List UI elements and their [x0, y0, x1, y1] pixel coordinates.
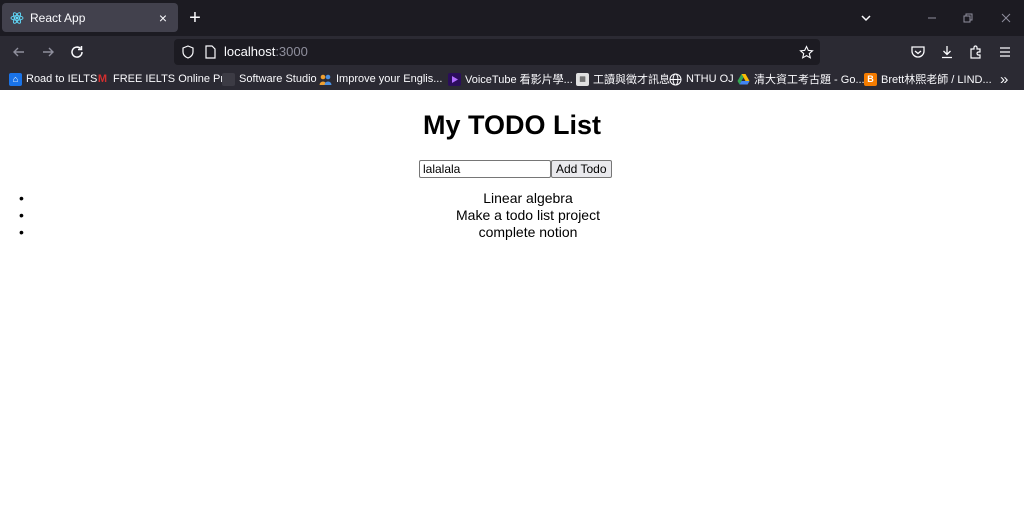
m-icon: M: [97, 73, 108, 85]
close-tab-icon[interactable]: ×: [154, 9, 172, 27]
bookmark-label: 工讀與徵才訊息: [593, 74, 670, 86]
tab-bar: React App × +: [0, 0, 1024, 36]
list-item: • Linear algebra: [0, 190, 1024, 207]
todo-text: Linear algebra: [483, 190, 573, 206]
tab-list-chevron-icon[interactable]: [856, 8, 876, 28]
menu-icon[interactable]: [994, 41, 1016, 63]
shield-icon[interactable]: [180, 44, 196, 60]
bookmark-label: 清大資工考古題 - Go...: [754, 74, 865, 86]
reload-icon[interactable]: [66, 41, 88, 63]
todo-text: Make a todo list project: [456, 207, 600, 223]
todo-input[interactable]: [419, 160, 551, 178]
ielts-icon: ⌂: [9, 72, 22, 86]
bullet-icon: •: [19, 224, 24, 240]
play-icon: [448, 72, 461, 86]
bookmark-label: VoiceTube 看影片學...: [465, 74, 573, 86]
todo-text: complete notion: [478, 224, 578, 240]
react-icon: [10, 11, 24, 25]
bookmark-voicetube[interactable]: VoiceTube 看影片學...: [448, 71, 573, 87]
minimize-icon[interactable]: [922, 8, 942, 28]
back-icon[interactable]: [8, 41, 30, 63]
bookmarks-toolbar: ⌂ Road to IELTS M FREE IELTS Online Pr..…: [0, 68, 1024, 90]
bullet-icon: •: [19, 207, 24, 223]
extensions-icon[interactable]: [965, 41, 987, 63]
active-tab[interactable]: React App ×: [2, 3, 178, 32]
page-content: My TODO List Add Todo • Linear algebra •…: [0, 90, 1024, 532]
todo-list: • Linear algebra • Make a todo list proj…: [0, 190, 1024, 241]
bookmark-label: NTHU OJ: [686, 73, 734, 85]
nthu-icon: ▦: [576, 72, 589, 86]
bookmark-improve-english[interactable]: Improve your Englis...: [319, 71, 442, 87]
bookmark-nthu-exams[interactable]: 清大資工考古題 - Go...: [737, 71, 865, 87]
bookmark-software-studio[interactable]: Software Studio: [222, 71, 317, 87]
studio-icon: [222, 72, 235, 86]
bookmark-label: Road to IELTS: [26, 73, 98, 85]
more-bookmarks-icon[interactable]: »: [1000, 71, 1008, 88]
bookmark-label: Software Studio: [239, 73, 317, 85]
url-host: localhost: [224, 44, 276, 59]
blogger-icon: B: [864, 72, 877, 86]
forward-icon[interactable]: [37, 41, 59, 63]
add-todo-button[interactable]: Add Todo: [551, 160, 612, 178]
list-item: • complete notion: [0, 224, 1024, 241]
url-port: :3000: [275, 44, 308, 59]
restore-icon[interactable]: [958, 8, 978, 28]
tab-title: React App: [30, 10, 86, 25]
bookmark-label: Brett林熙老師 / LIND...: [881, 74, 992, 86]
bookmark-nthu-jobs[interactable]: ▦ 工讀與徵才訊息: [576, 71, 670, 87]
bookmark-star-icon[interactable]: [798, 44, 814, 60]
page-info-icon[interactable]: [202, 44, 218, 60]
people-icon: [319, 73, 332, 86]
bullet-icon: •: [19, 190, 24, 206]
close-window-icon[interactable]: [996, 8, 1016, 28]
bookmark-road-to-ielts[interactable]: ⌂ Road to IELTS: [9, 71, 97, 87]
new-tab-button[interactable]: +: [184, 7, 206, 29]
bookmark-brett[interactable]: B Brett林熙老師 / LIND...: [864, 71, 992, 87]
navigation-bar: localhost:3000: [0, 36, 1024, 68]
bookmark-label: Improve your Englis...: [336, 73, 443, 85]
bookmark-label: FREE IELTS Online Pr...: [113, 73, 233, 85]
bookmark-free-ielts[interactable]: M FREE IELTS Online Pr...: [96, 71, 233, 87]
drive-icon: [737, 73, 750, 86]
pocket-icon[interactable]: [907, 41, 929, 63]
todo-form: Add Todo: [419, 160, 612, 178]
downloads-icon[interactable]: [936, 41, 958, 63]
page-title: My TODO List: [422, 110, 602, 140]
bookmark-nthu-oj[interactable]: NTHU OJ: [669, 71, 734, 87]
globe-icon: [669, 73, 682, 86]
list-item: • Make a todo list project: [0, 207, 1024, 224]
url-bar[interactable]: localhost:3000: [174, 39, 820, 65]
url-text: localhost:3000: [224, 44, 308, 59]
